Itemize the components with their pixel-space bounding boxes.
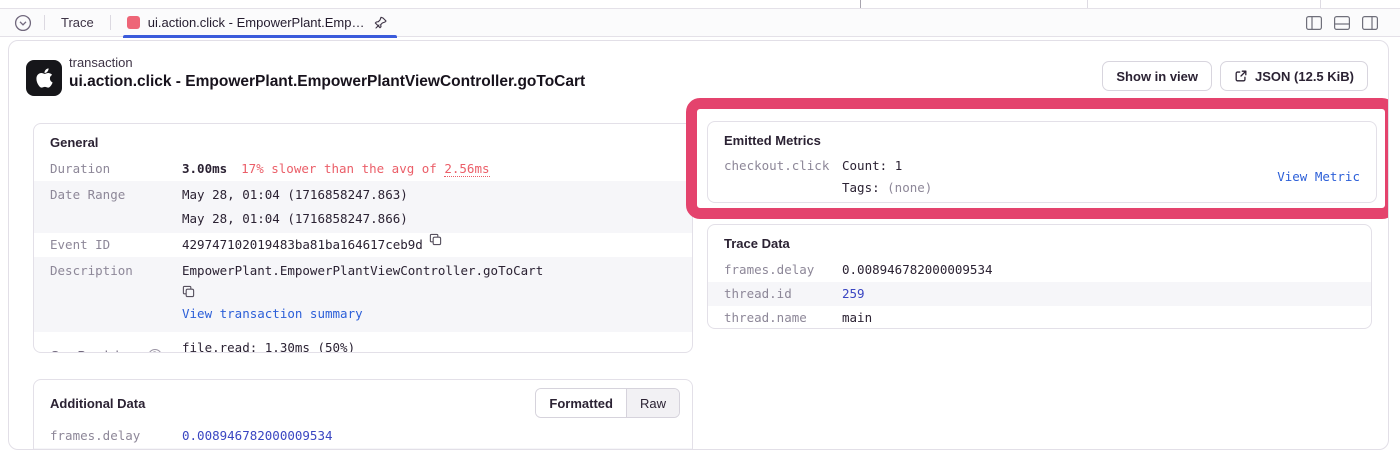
tab-transaction-active[interactable]: ui.action.click - EmpowerPlant.Emp…	[123, 9, 397, 37]
show-in-view-label: Show in view	[1116, 69, 1198, 84]
chevron-down-circle-icon	[14, 14, 32, 32]
copy-icon[interactable]	[429, 233, 442, 246]
json-button-label: JSON (12.5 KiB)	[1255, 69, 1354, 84]
table-row: thread.name main	[708, 306, 1371, 329]
apple-platform-icon	[26, 60, 62, 96]
tabbar-divider	[44, 15, 45, 30]
tabbar-divider	[110, 15, 111, 30]
grid-divider	[860, 0, 861, 8]
page-title: ui.action.click - EmpowerPlant.EmpowerPl…	[69, 73, 585, 91]
layout-bottom-panel-icon[interactable]	[1334, 16, 1350, 30]
count-value: 1	[895, 158, 903, 173]
json-download-button[interactable]: JSON (12.5 KiB)	[1220, 61, 1368, 91]
date-range-values: May 28, 01:04 (1716858247.863) May 28, 0…	[182, 183, 408, 231]
collapse-drawer-button[interactable]	[14, 14, 32, 32]
duration-value-group: 3.00ms 17% slower than the avg of 2.56ms	[182, 157, 490, 181]
row-key: thread.name	[724, 306, 842, 329]
date-range-key: Date Range	[50, 183, 182, 207]
view-transaction-summary-link[interactable]: View transaction summary	[182, 302, 549, 326]
layout-left-panel-icon[interactable]	[1306, 16, 1322, 30]
table-row: frames.delay 0.008946782000009534	[708, 258, 1371, 282]
layout-right-panel-icon[interactable]	[1362, 16, 1378, 30]
transaction-detail-panel: transaction ui.action.click - EmpowerPla…	[8, 40, 1389, 450]
description-value-line: EmpowerPlant.EmpowerPlantViewController.…	[182, 259, 549, 298]
view-metric-link[interactable]: View Metric	[1277, 166, 1360, 188]
emitted-metrics-section: Emitted Metrics checkout.click Count: 1 …	[707, 121, 1377, 203]
row-value: 259	[182, 448, 205, 450]
raw-toggle-button[interactable]: Raw	[626, 389, 679, 417]
layout-controls	[1306, 16, 1386, 30]
emitted-metrics-title: Emitted Metrics	[708, 122, 1376, 155]
help-icon[interactable]: ?	[148, 349, 162, 353]
date-range-start: May 28, 01:04 (1716858247.863)	[182, 183, 408, 207]
description-values: EmpowerPlant.EmpowerPlantViewController.…	[182, 259, 549, 326]
additional-data-title: Additional Data	[50, 396, 145, 411]
ops-breakdown-values: file.read: 1.30ms (50%) Other: 1.30ms (5…	[182, 334, 355, 353]
trace-data-section: Trace Data frames.delay 0.00894678200000…	[707, 224, 1372, 329]
general-section: General Duration 3.00ms 17% slower than t…	[33, 123, 693, 353]
table-row: thread.id 259	[34, 448, 692, 450]
format-toggle: Formatted Raw	[535, 388, 680, 418]
show-in-view-button[interactable]: Show in view	[1102, 61, 1212, 91]
row-duration: Duration 3.00ms 17% slower than the avg o…	[34, 157, 692, 181]
drawer-tab-bar: Trace ui.action.click - EmpowerPlant.Emp…	[0, 9, 1400, 37]
row-ops-breakdown: Ops Breakdown ? file.read: 1.30ms (50%) …	[34, 332, 692, 353]
event-id-value: 429747102019483ba81ba164617ceb9d	[182, 233, 423, 257]
copy-icon[interactable]	[182, 285, 549, 298]
grid-divider	[1320, 0, 1321, 8]
pin-icon[interactable]	[373, 15, 389, 31]
span-color-swatch	[127, 16, 140, 29]
duration-comparison-text: 17% slower than the avg of 2.56ms	[241, 161, 489, 176]
general-section-title: General	[34, 124, 692, 157]
row-value: main	[842, 306, 872, 329]
event-id-key: Event ID	[50, 233, 182, 257]
count-label: Count:	[842, 158, 895, 173]
metric-count-line: Count: 1	[842, 155, 932, 177]
table-row: thread.id 259	[708, 282, 1371, 306]
duration-note-prefix: 17% slower than the avg of	[241, 161, 444, 176]
tab-label: ui.action.click - EmpowerPlant.Emp…	[148, 15, 365, 30]
row-key: thread.id	[50, 448, 182, 450]
row-key: thread.id	[724, 282, 842, 306]
metric-row-checkout-click: checkout.click Count: 1 Tags: (none) Vie…	[708, 155, 1376, 199]
row-value: 0.008946782000009534	[842, 258, 993, 282]
duration-key: Duration	[50, 157, 182, 181]
header-actions: Show in view JSON (12.5 KiB)	[1102, 61, 1368, 91]
formatted-toggle-button[interactable]: Formatted	[536, 389, 626, 417]
tags-value: (none)	[887, 180, 932, 195]
event-type-label: transaction	[69, 55, 585, 70]
table-row: frames.delay 0.008946782000009534	[34, 424, 692, 448]
metric-name: checkout.click	[724, 155, 842, 177]
row-key: frames.delay	[724, 258, 842, 282]
description-key: Description	[50, 259, 182, 283]
row-value: 0.008946782000009534	[182, 424, 333, 448]
trace-data-title: Trace Data	[708, 225, 1371, 258]
metric-tags-line: Tags: (none)	[842, 177, 932, 199]
metric-details: Count: 1 Tags: (none)	[842, 155, 932, 199]
row-key: frames.delay	[50, 424, 182, 448]
additional-data-section: Additional Data Formatted Raw frames.del…	[33, 379, 693, 450]
active-tab-indicator	[123, 35, 397, 38]
row-value: 259	[842, 282, 865, 306]
ops-breakdown-label: Ops Breakdown	[50, 344, 143, 353]
additional-data-header: Additional Data Formatted Raw	[34, 380, 692, 422]
ops-breakdown-key: Ops Breakdown ?	[50, 334, 182, 353]
row-description: Description EmpowerPlant.EmpowerPlantVie…	[34, 257, 692, 332]
tab-trace[interactable]: Trace	[57, 15, 98, 30]
row-event-id: Event ID 429747102019483ba81ba164617ceb9…	[34, 233, 692, 257]
description-value: EmpowerPlant.EmpowerPlantViewController.…	[182, 263, 543, 278]
ops-breakdown-line1: file.read: 1.30ms (50%)	[182, 337, 355, 353]
row-date-range: Date Range May 28, 01:04 (1716858247.863…	[34, 181, 692, 233]
external-link-icon	[1234, 69, 1248, 83]
date-range-end: May 28, 01:04 (1716858247.866)	[182, 207, 408, 231]
tags-label: Tags:	[842, 180, 887, 195]
avg-duration-value[interactable]: 2.56ms	[444, 161, 489, 177]
duration-value: 3.00ms	[182, 161, 227, 176]
trace-detail-screen: Trace ui.action.click - EmpowerPlant.Emp…	[0, 0, 1400, 464]
grid-divider	[1087, 0, 1088, 8]
header-text: transaction ui.action.click - EmpowerPla…	[69, 55, 585, 91]
